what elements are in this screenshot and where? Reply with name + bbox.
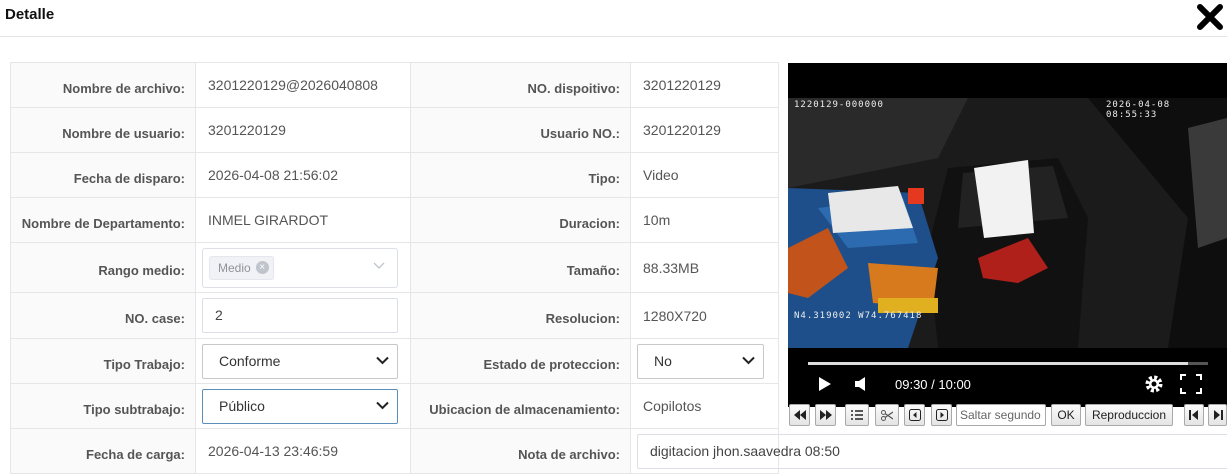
skip-start-button[interactable] <box>1184 404 1204 426</box>
label-nombre-usuario: Nombre de usuario: <box>10 107 196 153</box>
value-duracion: 10m <box>630 197 779 243</box>
label-duracion: Duracion: <box>410 197 631 243</box>
video-progress-fill <box>808 362 1188 365</box>
label-tipo-subtrabajo: Tipo subtrabajo: <box>10 383 196 429</box>
settings-icon[interactable] <box>1144 374 1164 394</box>
rango-medio-tag: Medio × <box>209 255 274 280</box>
chevron-down-icon <box>376 401 389 409</box>
tag-remove-icon[interactable]: × <box>255 260 269 274</box>
value-fecha-disparo: 2026-04-08 21:56:02 <box>195 152 411 198</box>
play-icon[interactable] <box>818 376 832 392</box>
value-tamano: 88.33MB <box>630 242 779 293</box>
scissors-icon <box>881 410 894 421</box>
rewind-button[interactable] <box>789 404 810 426</box>
osd-coordinates: N4.319002 W74.767418 <box>794 311 923 321</box>
value-resolucion: 1280X720 <box>630 292 779 339</box>
label-fecha-disparo: Fecha de disparo: <box>10 152 196 198</box>
ok-button[interactable]: OK <box>1051 404 1081 426</box>
video-progress-bar[interactable] <box>808 362 1208 365</box>
fullscreen-icon[interactable] <box>1180 374 1202 394</box>
tipo-subtrabajo-select[interactable]: Público <box>202 388 398 424</box>
label-resolucion: Resolucion: <box>410 292 631 339</box>
osd-timestamp: 2026-04-08 08:55:33 <box>1106 100 1171 120</box>
value-nombre-usuario: 3201220129 <box>195 107 411 153</box>
playback-button[interactable]: Reproduccion <box>1085 404 1173 426</box>
label-no-case: NO. case: <box>10 292 196 339</box>
label-fecha-carga: Fecha de carga: <box>10 428 196 474</box>
label-nombre-archivo: Nombre de archivo: <box>10 62 196 108</box>
detail-table: Nombre de archivo: 3201220129@2026040808… <box>10 62 1227 474</box>
value-fecha-carga: 2026-04-13 23:46:59 <box>195 428 411 474</box>
next-frame-icon <box>935 409 948 421</box>
value-no-dispositivo: 3201220129 <box>630 62 779 108</box>
label-rango-medio: Rango medio: <box>10 242 196 293</box>
list-button[interactable] <box>845 404 869 426</box>
next-frame-button[interactable] <box>931 404 952 426</box>
prev-frame-button[interactable] <box>904 404 925 426</box>
label-tamano: Tamaño: <box>410 242 631 293</box>
clip-button[interactable] <box>875 404 899 426</box>
label-usuario-no: Usuario NO.: <box>410 107 631 153</box>
seek-seconds-input[interactable]: Saltar segundo <box>956 404 1046 426</box>
list-icon <box>851 410 863 420</box>
rewind-icon <box>793 410 806 420</box>
fast-forward-icon <box>819 410 832 420</box>
chevron-down-icon <box>376 356 389 364</box>
dialog-title: Detalle <box>5 6 55 23</box>
value-departamento: INMEL GIRARDOT <box>195 197 411 243</box>
osd-device-id: 1220129-000000 <box>794 100 884 110</box>
no-case-input[interactable]: 2 <box>202 298 398 333</box>
tipo-trabajo-select[interactable]: Conforme <box>202 343 398 379</box>
playback-toolbar: Saltar segundo OK Reproduccion <box>788 404 1227 428</box>
rango-medio-select[interactable]: Medio × <box>202 247 398 288</box>
label-tipo-trabajo: Tipo Trabajo: <box>10 338 196 384</box>
skip-end-button[interactable] <box>1208 404 1227 426</box>
label-no-dispositivo: NO. dispoitivo: <box>410 62 631 108</box>
label-departamento: Nombre de Departamento: <box>10 197 196 243</box>
label-estado-proteccion: Estado de proteccion: <box>410 338 631 384</box>
skip-start-icon <box>1189 410 1198 420</box>
prev-frame-icon <box>908 409 921 421</box>
label-ubicacion: Ubicacion de almacenamiento: <box>410 383 631 429</box>
video-player[interactable]: 1220129-000000 2026-04-08 08:55:33 N4.31… <box>788 63 1227 407</box>
label-nota-archivo: Nota de archivo: <box>410 428 631 474</box>
value-usuario-no: 3201220129 <box>630 107 779 153</box>
value-tipo: Video <box>630 152 779 198</box>
dialog-header: Detalle <box>0 0 1227 37</box>
chevron-down-icon <box>373 262 385 269</box>
video-time: 09:30 / 10:00 <box>895 377 971 392</box>
value-nombre-archivo: 3201220129@2026040808 <box>195 62 411 108</box>
chevron-down-icon <box>742 356 755 364</box>
value-ubicacion: Copilotos <box>630 383 779 429</box>
fast-forward-button[interactable] <box>815 404 836 426</box>
label-tipo: Tipo: <box>410 152 631 198</box>
close-icon[interactable] <box>1195 2 1225 32</box>
volume-icon[interactable] <box>854 376 868 392</box>
nota-archivo-input[interactable]: digitacion jhon.saavedra 08:50 <box>637 433 1227 469</box>
skip-end-icon <box>1213 410 1223 420</box>
estado-proteccion-select[interactable]: No <box>637 343 764 379</box>
